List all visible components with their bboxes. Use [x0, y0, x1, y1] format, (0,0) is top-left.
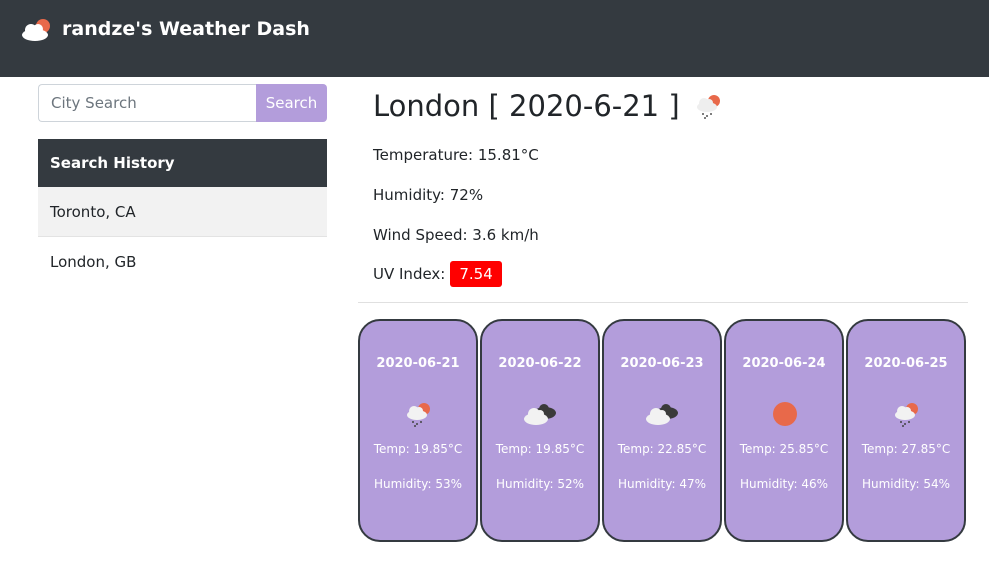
forecast-date: 2020-06-22	[498, 356, 582, 371]
forecast-humidity: Humidity: 53%	[373, 477, 463, 491]
temperature-stat: Temperature: 15.81°C	[373, 146, 539, 164]
forecast-humidity: Humidity: 52%	[495, 477, 585, 491]
forecast-humidity: Humidity: 46%	[739, 477, 829, 491]
search-history-list: Search History Toronto, CA London, GB	[38, 139, 327, 287]
clouds-icon	[524, 401, 556, 427]
wind-speed-stat: Wind Speed: 3.6 km/h	[373, 226, 539, 244]
forecast-card: 2020-06-24 Temp: 25.85°C Humidity: 46%	[724, 319, 844, 542]
uv-index-stat: UV Index: 7.54	[373, 261, 502, 287]
sun-icon	[770, 401, 800, 427]
forecast-temp: Temp: 25.85°C	[739, 442, 829, 456]
rain-sun-icon	[694, 93, 724, 119]
forecast-humidity: Humidity: 54%	[861, 477, 951, 491]
forecast-card: 2020-06-25 Temp: 27.85°C Humidity: 54%	[846, 319, 966, 542]
humidity-stat: Humidity: 72%	[373, 186, 484, 204]
search-history-title: Search History	[38, 139, 327, 187]
search-button[interactable]: Search	[256, 84, 327, 122]
uv-value-badge: 7.54	[450, 261, 502, 287]
search-group: Search	[38, 84, 327, 122]
forecast-humidity: Humidity: 47%	[617, 477, 707, 491]
forecast-temp: Temp: 22.85°C	[617, 442, 707, 456]
forecast-date: 2020-06-23	[620, 356, 704, 371]
uv-label: UV Index:	[373, 265, 446, 283]
divider	[358, 302, 968, 303]
forecast-card: 2020-06-23 Temp: 22.85°C Humidity: 47%	[602, 319, 722, 542]
rain-sun-icon	[892, 401, 922, 427]
forecast-date: 2020-06-25	[864, 356, 948, 371]
forecast-temp: Temp: 27.85°C	[861, 442, 951, 456]
rain-sun-icon	[404, 401, 434, 427]
clouds-icon	[646, 401, 678, 427]
city-heading: London [ 2020-6-21 ]	[373, 86, 973, 126]
forecast-date: 2020-06-21	[376, 356, 460, 371]
city-search-input[interactable]	[38, 84, 256, 122]
app-title: randze's Weather Dash	[62, 18, 310, 40]
navbar: randze's Weather Dash	[0, 0, 989, 77]
forecast-temp: Temp: 19.85°C	[495, 442, 585, 456]
current-weather: London [ 2020-6-21 ] Temperature: 15.81°…	[373, 86, 973, 287]
forecast-row: 2020-06-21 Temp: 19.85°C Humidity: 53% 2…	[358, 319, 968, 542]
forecast-temp: Temp: 19.85°C	[373, 442, 463, 456]
forecast-card: 2020-06-21 Temp: 19.85°C Humidity: 53%	[358, 319, 478, 542]
brand[interactable]: randze's Weather Dash	[20, 16, 310, 42]
forecast-card: 2020-06-22 Temp: 19.85°C Humidity: 52%	[480, 319, 600, 542]
city-title: London [ 2020-6-21 ]	[373, 89, 680, 123]
cloud-sun-icon	[20, 16, 54, 42]
history-item-london[interactable]: London, GB	[38, 237, 327, 287]
forecast-date: 2020-06-24	[742, 356, 826, 371]
history-item-toronto[interactable]: Toronto, CA	[38, 187, 327, 237]
